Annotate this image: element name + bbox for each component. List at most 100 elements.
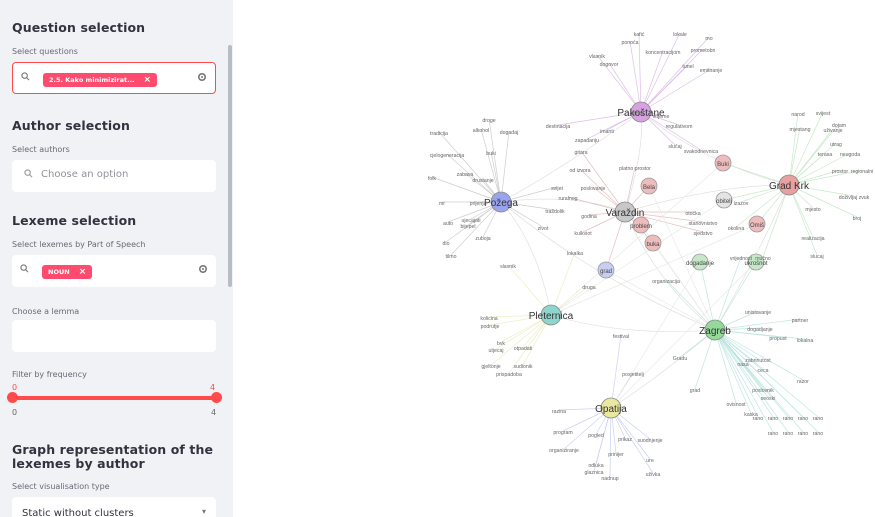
frequency-slider-track[interactable]: [12, 396, 216, 400]
pos-multiselect[interactable]: NOUN ×: [12, 255, 216, 287]
graph-canvas[interactable]: Bela problem buka Omiš Buki dogadanje grad obit…: [233, 0, 875, 517]
word-label: dio: [443, 241, 450, 247]
word-edge: [788, 184, 818, 256]
word-label: gitara: [575, 150, 588, 156]
word-label: imanti: [600, 129, 614, 135]
word-label: auto: [443, 221, 453, 227]
word-label: tunel: [682, 64, 693, 70]
word-edge: [665, 279, 716, 331]
word-label: ceca: [758, 368, 769, 374]
word-label: prispadoba: [496, 372, 522, 378]
search-icon: [24, 169, 33, 178]
search-icon: [20, 264, 29, 273]
author-label: Požega: [484, 198, 518, 209]
word-label: utjecaj: [489, 348, 504, 354]
word-label: otpadati: [514, 346, 532, 352]
word-label: godina: [581, 214, 597, 220]
word-label: rano: [813, 431, 823, 437]
word-label: folk: [428, 176, 436, 182]
settings-icon[interactable]: [197, 72, 207, 82]
word-label: Gradu: [673, 356, 688, 362]
word-label: mr: [439, 201, 445, 207]
word-label: razina: [552, 409, 566, 415]
author-placeholder: Choose an option: [41, 169, 129, 180]
graph-title-line2: lexemes by author: [12, 456, 145, 471]
pos-chip-label: NOUN: [48, 268, 70, 276]
word-label: prikaz: [618, 437, 632, 443]
word-label: grad: [690, 388, 700, 394]
word-label: festival: [613, 334, 629, 340]
word-edge: [580, 150, 626, 213]
word-label: tradicija: [430, 131, 448, 137]
frequency-min-value: 0: [12, 383, 18, 392]
word-label: posjetitelj: [622, 372, 644, 378]
graph-node-label: obitelj: [716, 199, 732, 205]
word-label: mo: [705, 36, 712, 42]
word-label: prijenja: [470, 201, 487, 207]
frequency-slider-max-handle[interactable]: [211, 392, 222, 403]
word-label: trašdolik: [545, 209, 565, 215]
word-label: kulkviot: [574, 231, 592, 237]
word-label: seoski: [761, 396, 776, 402]
mid-node-edge: [550, 162, 724, 316]
author-multiselect[interactable]: Choose an option: [12, 160, 216, 192]
word-edge: [610, 334, 622, 409]
frequency-lower-bound: 0: [12, 408, 18, 417]
word-label: poslovnik: [752, 388, 774, 394]
visualisation-type-select[interactable]: Static without clusters ▾: [12, 497, 216, 517]
word-label: prostor: [832, 169, 848, 175]
graph-node-label: grad: [600, 269, 612, 275]
word-label: vrijednost: [730, 256, 753, 262]
word-label: uživka: [646, 472, 661, 478]
word-label: dogadjanje: [747, 327, 773, 333]
close-icon[interactable]: ×: [79, 267, 87, 277]
close-icon[interactable]: ×: [144, 75, 152, 85]
word-label: druga: [582, 285, 595, 291]
word-label: drustanje: [472, 178, 493, 184]
word-label: doživljaj zvuk: [839, 195, 870, 201]
word-label: tilmo: [446, 254, 457, 260]
word-edge: [500, 130, 510, 203]
word-label: platno prostor: [619, 166, 651, 172]
author-label: Zagreb: [699, 326, 731, 337]
word-label: poslovanje: [581, 186, 606, 192]
graph-node-label: Bela: [643, 185, 656, 191]
word-label: razor: [797, 379, 809, 385]
word-label: zuboja: [475, 236, 490, 242]
word-label: gjeltonje: [481, 364, 500, 370]
word-label: program: [553, 430, 572, 436]
word-label: odluka: [588, 463, 603, 469]
frequency-slider-min-handle[interactable]: [7, 392, 18, 403]
select-authors-label: Select authors: [12, 145, 70, 154]
word-edge: [762, 184, 790, 258]
word-label: broj: [853, 216, 862, 222]
word-label: unistavanje: [745, 310, 771, 316]
author-selection-title: Author selection: [12, 118, 130, 133]
word-label: organiziranje: [549, 448, 579, 454]
word-label: rano: [753, 416, 763, 422]
word-label: suodnjenje: [637, 438, 662, 444]
word-label: svijest: [816, 111, 831, 117]
lemma-input[interactable]: [12, 320, 216, 352]
word-label: utrag: [830, 142, 842, 148]
sidebar: Question selection Select questions 2.5.…: [0, 0, 233, 517]
graph-title-line1: Graph representation of the: [12, 442, 214, 457]
word-label: emitiranje: [700, 68, 723, 74]
word-label: ure: [646, 458, 654, 464]
word-label: buki: [486, 151, 496, 157]
chevron-down-icon[interactable]: ▾: [202, 507, 206, 516]
word-label: okolina: [728, 226, 745, 232]
sidebar-scrollbar[interactable]: [228, 45, 232, 287]
question-multiselect[interactable]: 2.5. Kako minimizirat... ×: [12, 62, 216, 94]
word-label: svakodnevnica: [684, 149, 718, 155]
word-label: bvk: [497, 341, 505, 347]
word-label: rano: [798, 416, 808, 422]
lexeme-graph[interactable]: Bela problem buka Omiš Buki dogadanje grad obit…: [233, 0, 875, 517]
search-icon: [21, 72, 30, 81]
author-link: [550, 314, 716, 332]
word-label: rano: [783, 431, 793, 437]
word-label: propust: [769, 336, 787, 342]
word-label: regulativom: [666, 124, 693, 130]
word-label: lokale: [673, 32, 687, 38]
settings-icon[interactable]: [198, 264, 208, 274]
